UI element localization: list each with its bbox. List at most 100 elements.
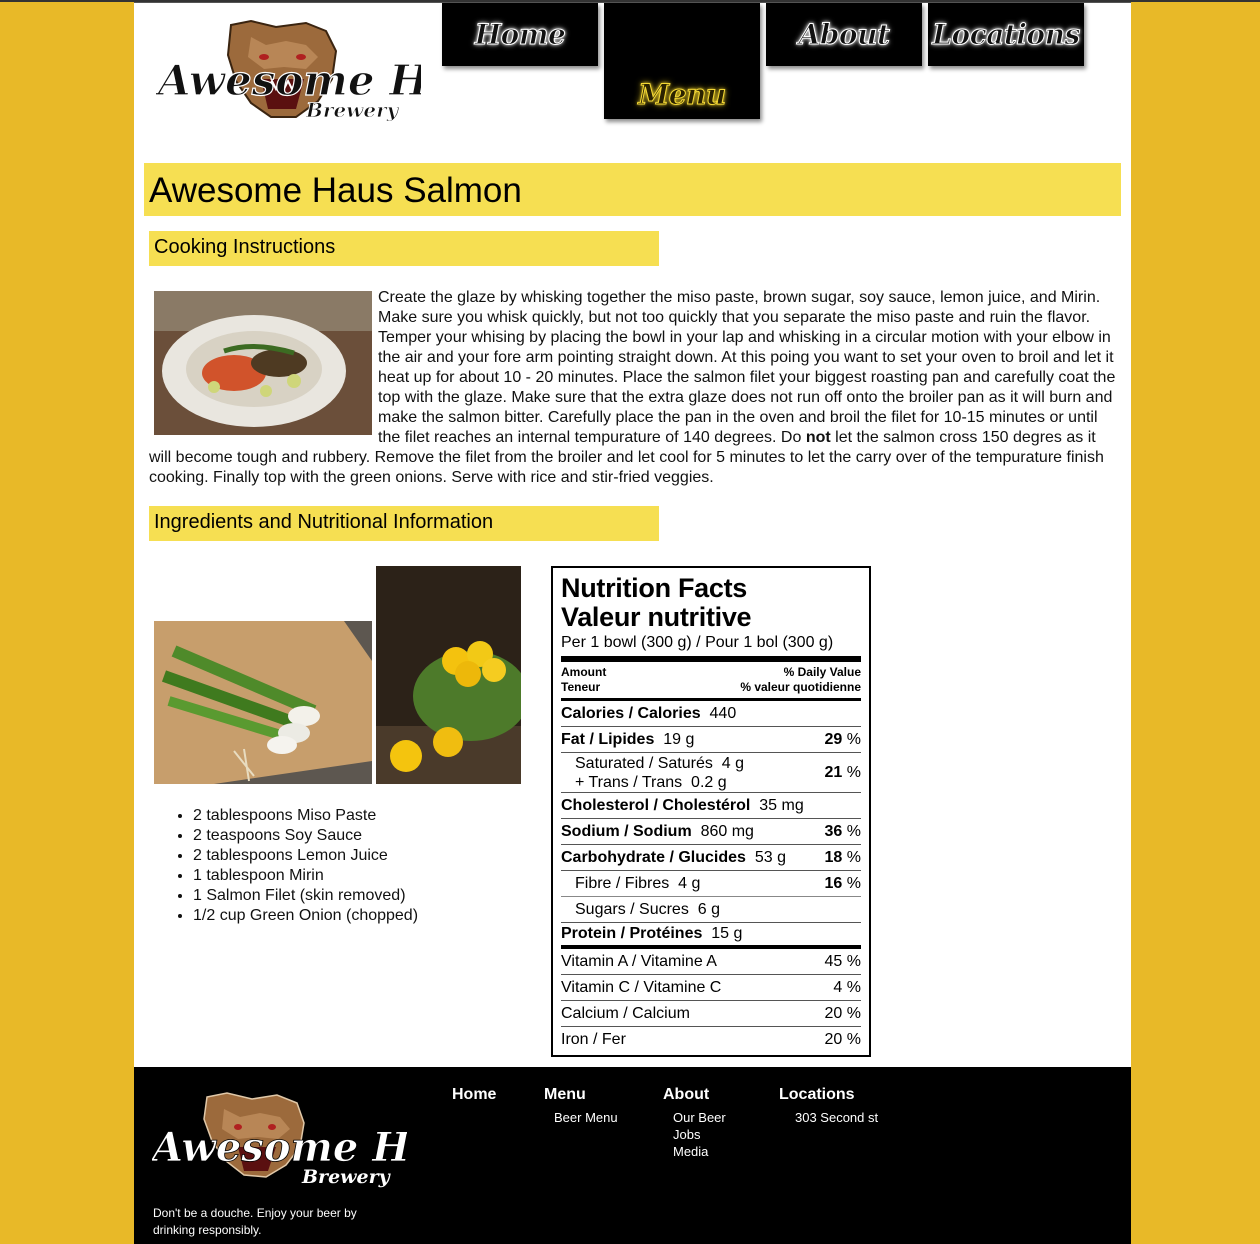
saturated-trans-pct: 21	[824, 764, 843, 781]
footer-logo-sub: Brewery	[301, 1166, 392, 1188]
fat-pct: 29	[824, 730, 843, 748]
fibre-label: Fibre / Fibres	[575, 874, 670, 892]
cholesterol-value: 35 mg	[759, 796, 804, 814]
ingredients-heading: Ingredients and Nutritional Information	[149, 506, 659, 541]
saturated-value: 4 g	[721, 754, 744, 772]
ingredient-item: 1 tablespoon Mirin	[193, 866, 418, 886]
footer-col-home: Home	[452, 1086, 496, 1104]
vitamin-a-label: Vitamin A / Vitamine A	[561, 952, 717, 970]
calories-label: Calories / Calories	[561, 704, 701, 722]
nav-menu[interactable]: Menu	[604, 3, 760, 119]
nutrition-title-en: Nutrition Facts	[561, 573, 748, 603]
vitamin-c-pct: 4 %	[833, 978, 861, 996]
pct-sign: %	[846, 874, 861, 892]
daily-value-label: % Daily Value	[783, 665, 861, 679]
calcium-label: Calcium / Calcium	[561, 1004, 690, 1022]
cooking-instructions-heading: Cooking Instructions	[149, 231, 659, 266]
calories-row: Calories / Calories 440	[561, 701, 861, 727]
sodium-row: Sodium / Sodium 860 mg 36 %	[561, 819, 861, 845]
carbohydrate-value: 53 g	[754, 848, 786, 866]
nav-home[interactable]: Home	[442, 3, 598, 66]
logo-sub-text: Brewery	[305, 98, 400, 122]
pct-sign: %	[846, 764, 861, 781]
footer-link-menu[interactable]: Menu	[544, 1086, 618, 1104]
daily-value-label-fr: % valeur quotidienne	[740, 680, 861, 694]
fat-value: 19 g	[663, 730, 695, 748]
sugars-row: Sugars / Sucres 6 g	[561, 897, 861, 923]
instructions-bold: not	[805, 429, 831, 446]
footer-link-media[interactable]: Media	[673, 1143, 726, 1160]
footer-col-menu: Menu Beer Menu	[544, 1086, 618, 1126]
footer-disclaimer: Don't be a douche. Enjoy your beer by dr…	[153, 1206, 357, 1237]
saturated-trans-row: Saturated / Saturés 4 g + Trans / Trans 0…	[561, 753, 861, 793]
lemons-photo	[376, 566, 521, 784]
footer-link-jobs[interactable]: Jobs	[673, 1126, 726, 1143]
footer-link-address[interactable]: 303 Second st	[795, 1109, 878, 1126]
trans-value: 0.2 g	[691, 773, 727, 791]
page-title: Awesome Haus Salmon	[144, 163, 1121, 216]
vitamin-c-label: Vitamin C / Vitamine C	[561, 978, 722, 996]
footer-col-locations: Locations 303 Second st	[779, 1086, 878, 1126]
pct-sign: %	[846, 822, 861, 840]
nav-menu-label: Menu	[638, 78, 727, 112]
sugars-value: 6 g	[697, 900, 720, 918]
ingredient-item: 1/2 cup Green Onion (chopped)	[193, 906, 418, 926]
protein-row: Protein / Protéines 15 g	[561, 923, 861, 949]
footer-link-locations[interactable]: Locations	[779, 1086, 878, 1104]
fat-row: Fat / Lipides 19 g 29 %	[561, 727, 861, 753]
vitamin-a-row: Vitamin A / Vitamine A 45 %	[561, 949, 861, 975]
sugars-label: Sugars / Sucres	[575, 900, 689, 918]
sodium-label: Sodium / Sodium	[561, 822, 692, 840]
page-container: Awesome Haus Brewery Home Menu About Loc…	[134, 2, 1131, 1244]
nav-locations[interactable]: Locations	[928, 3, 1084, 66]
footer-link-our-beer[interactable]: Our Beer	[673, 1109, 726, 1126]
iron-pct: 20 %	[824, 1031, 861, 1048]
footer-link-home[interactable]: Home	[452, 1086, 496, 1104]
footer: Awesome Haus Brewery Don't be a douche. …	[134, 1067, 1131, 1244]
sodium-pct: 36	[824, 822, 843, 840]
saturated-label: Saturated / Saturés	[575, 754, 713, 772]
fibre-value: 4 g	[678, 874, 701, 892]
ingredient-item: 2 tablespoons Miso Paste	[193, 806, 418, 826]
nutrition-title-fr: Valeur nutritive	[561, 602, 752, 632]
cholesterol-label: Cholesterol / Cholestérol	[561, 796, 751, 814]
footer-col-about: About Our Beer Jobs Media	[663, 1086, 726, 1160]
nav-about-label: About	[798, 18, 890, 52]
trans-label: + Trans / Trans	[575, 773, 683, 791]
nav-home-label: Home	[474, 18, 566, 52]
pct-sign: %	[846, 848, 861, 866]
cooking-instructions: Create the glaze by whisking together th…	[149, 288, 1119, 488]
sodium-value: 860 mg	[700, 822, 754, 840]
footer-brewery-logo[interactable]: Awesome Haus Brewery	[152, 1089, 407, 1194]
footer-link-beer-menu[interactable]: Beer Menu	[554, 1109, 618, 1126]
serving-size: Per 1 bowl (300 g) / Pour 1 bol (300 g)	[561, 634, 861, 662]
amount-label: Amount	[561, 665, 607, 679]
iron-row: Iron / Fer 20 %	[561, 1027, 861, 1053]
brewery-logo[interactable]: Awesome Haus Brewery	[156, 17, 421, 127]
amount-label-fr: Teneur	[561, 680, 601, 694]
iron-label: Iron / Fer	[561, 1031, 626, 1048]
nav-locations-label: Locations	[932, 18, 1081, 52]
salmon-dish-photo	[154, 291, 372, 435]
ingredients-list: 2 tablespoons Miso Paste 2 teaspoons Soy…	[193, 806, 418, 926]
pct-sign: %	[846, 730, 861, 748]
calcium-pct: 20 %	[824, 1004, 861, 1022]
cholesterol-row: Cholesterol / Cholestérol 35 mg	[561, 793, 861, 819]
nutrition-facts-table: Nutrition Facts Valeur nutritive Per 1 b…	[551, 566, 871, 1057]
carbohydrate-pct: 18	[824, 848, 843, 866]
vitamin-c-row: Vitamin C / Vitamine C 4 %	[561, 975, 861, 1001]
fat-label: Fat / Lipides	[561, 730, 655, 748]
nav-about[interactable]: About	[766, 3, 922, 66]
ingredient-item: 2 teaspoons Soy Sauce	[193, 826, 418, 846]
protein-label: Protein / Protéines	[561, 925, 703, 942]
footer-logo-name: Awesome Haus	[152, 1124, 407, 1171]
ingredient-item: 2 tablespoons Lemon Juice	[193, 846, 418, 866]
fibre-row: Fibre / Fibres 4 g 16 %	[561, 871, 861, 897]
carbohydrate-label: Carbohydrate / Glucides	[561, 848, 746, 866]
carbohydrate-row: Carbohydrate / Glucides 53 g 18 %	[561, 845, 861, 871]
nutrition-column-header: Amount Teneur % Daily Value% valeur quoti…	[561, 662, 861, 701]
vitamin-a-pct: 45 %	[824, 952, 861, 970]
instructions-text-1: Create the glaze by whisking together th…	[378, 289, 1116, 446]
footer-link-about[interactable]: About	[663, 1086, 726, 1104]
fibre-pct: 16	[824, 874, 843, 892]
